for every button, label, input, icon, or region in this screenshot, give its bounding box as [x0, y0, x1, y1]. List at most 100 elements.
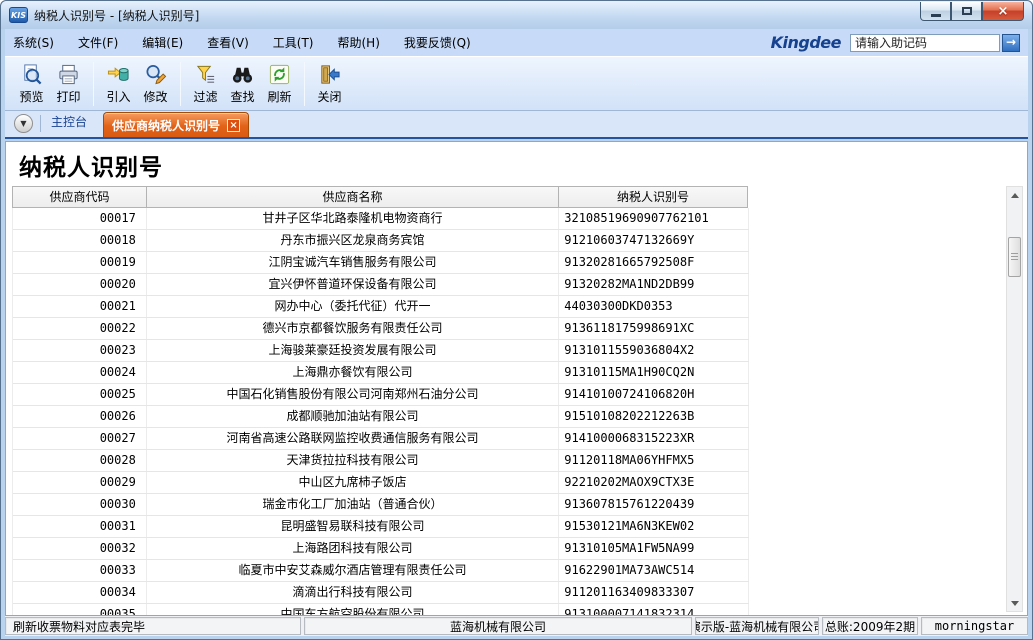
search-go-button[interactable]: →: [1002, 34, 1020, 52]
kis-logo-icon: KIS: [9, 7, 28, 23]
toolbar-separator: [93, 62, 94, 106]
kingdee-logo: Kingdee: [771, 33, 841, 52]
refresh-icon: [268, 63, 291, 86]
cell-tax-id: 913100007141832314: [559, 604, 749, 616]
cell-supplier-code: 00031: [13, 516, 147, 537]
cell-tax-id: 91320282MA1ND2DB99: [559, 274, 749, 295]
preview-button[interactable]: 预览: [13, 60, 50, 108]
tab-close-button[interactable]: ×: [227, 119, 240, 132]
table-row[interactable]: 00029 中山区九席柿子饭店 92210202MAOX9CTX3E: [13, 472, 749, 494]
cell-supplier-name: 临夏市中安艾森威尔酒店管理有限责任公司: [147, 560, 559, 581]
close-button[interactable]: ×: [982, 2, 1024, 21]
table-row[interactable]: 00031 昆明盛智易联科技有限公司 91530121MA6N3KEW02: [13, 516, 749, 538]
scrollbar-thumb[interactable]: [1008, 237, 1021, 277]
filter-label: 过滤: [193, 88, 217, 105]
table-row[interactable]: 00035 中国东方航空股份有限公司 913100007141832314: [13, 604, 749, 616]
cell-supplier-name: 德兴市京都餐饮服务有限责任公司: [147, 318, 559, 339]
arrow-right-icon: →: [1006, 35, 1016, 49]
table-row[interactable]: 00034 滴滴出行科技有限公司 911201163409833307: [13, 582, 749, 604]
cell-tax-id: 911201163409833307: [559, 582, 749, 603]
vertical-scrollbar[interactable]: [1006, 186, 1023, 612]
import-button[interactable]: 引入: [100, 60, 137, 108]
table-row[interactable]: 00019 江阴宝诚汽车销售服务有限公司 91320281665792508F: [13, 252, 749, 274]
cell-tax-id: 91310115MA1H90CQ2N: [559, 362, 749, 383]
column-header-tax-id[interactable]: 纳税人识别号: [558, 186, 748, 208]
refresh-button[interactable]: 刷新: [261, 60, 298, 108]
page-title: 纳税人识别号: [19, 148, 163, 182]
table-row[interactable]: 00030 瑞金市化工厂加油站（普通合伙） 913607815761220439: [13, 494, 749, 516]
scroll-down-button[interactable]: [1007, 595, 1022, 611]
table-body: 00017 甘井子区华北路泰隆机电物资商行 321085196909077621…: [12, 208, 749, 616]
menu-item-feedback[interactable]: 我要反馈(Q): [404, 34, 471, 51]
cell-tax-id: 92210202MAOX9CTX3E: [559, 472, 749, 493]
cell-supplier-name: 滴滴出行科技有限公司: [147, 582, 559, 603]
tab-supplier-tax-id[interactable]: 供应商纳税人识别号 ×: [103, 112, 249, 137]
cell-supplier-name: 网办中心（委托代征）代开一: [147, 296, 559, 317]
content-area: 纳税人识别号 供应商代码 供应商名称 纳税人识别号 00017 甘井子区华北路泰…: [5, 141, 1028, 616]
tab-home[interactable]: 主控台: [51, 113, 87, 130]
menu-item-file[interactable]: 文件(F): [78, 34, 118, 51]
filter-button[interactable]: 过滤: [187, 60, 224, 108]
maximize-button[interactable]: [951, 2, 982, 21]
cell-tax-id: 9131011559036804X2: [559, 340, 749, 361]
table-row[interactable]: 00025 中国石化销售股份有限公司河南郑州石油分公司 914101007241…: [13, 384, 749, 406]
tab-active-label: 供应商纳税人识别号: [112, 117, 220, 134]
cell-supplier-name: 丹东市振兴区龙泉商务宾馆: [147, 230, 559, 251]
status-user: morningstar: [921, 617, 1028, 635]
cell-supplier-name: 昆明盛智易联科技有限公司: [147, 516, 559, 537]
column-header-supplier-name[interactable]: 供应商名称: [146, 186, 559, 208]
exit-label: 关闭: [317, 88, 341, 105]
find-label: 查找: [230, 88, 254, 105]
column-header-supplier-code[interactable]: 供应商代码: [12, 186, 147, 208]
minimize-button[interactable]: [920, 2, 951, 21]
scroll-up-button[interactable]: [1007, 187, 1022, 203]
cell-tax-id: 91310105MA1FW5NA99: [559, 538, 749, 559]
print-label: 打印: [56, 88, 80, 105]
cell-supplier-name: 中国石化销售股份有限公司河南郑州石油分公司: [147, 384, 559, 405]
menu-item-view[interactable]: 查看(V): [207, 34, 249, 51]
cell-tax-id: 91622901MA73AWC514: [559, 560, 749, 581]
print-button[interactable]: 打印: [50, 60, 87, 108]
table-row[interactable]: 00026 成都顺驰加油站有限公司 91510108202212263B: [13, 406, 749, 428]
table-row[interactable]: 00028 天津货拉拉科技有限公司 91120118MA06YHFMX5: [13, 450, 749, 472]
cell-tax-id: 91120118MA06YHFMX5: [559, 450, 749, 471]
maximize-icon: [962, 7, 972, 15]
menubar: 系统(S) 文件(F) 编辑(E) 查看(V) 工具(T) 帮助(H) 我要反馈…: [5, 29, 1028, 56]
table-row[interactable]: 00017 甘井子区华北路泰隆机电物资商行 321085196909077621…: [13, 208, 749, 230]
table-row[interactable]: 00022 德兴市京都餐饮服务有限责任公司 9136118175998691XC: [13, 318, 749, 340]
table-row[interactable]: 00023 上海骏莱豪廷投资发展有限公司 9131011559036804X2: [13, 340, 749, 362]
modify-button[interactable]: 修改: [137, 60, 174, 108]
mnemonic-search-input[interactable]: [850, 34, 1000, 52]
scroll-down-icon: [1011, 601, 1019, 606]
table-row[interactable]: 00033 临夏市中安艾森威尔酒店管理有限责任公司 91622901MA73AW…: [13, 560, 749, 582]
cell-supplier-code: 00029: [13, 472, 147, 493]
cell-supplier-name: 宜兴伊怀普道环保设备有限公司: [147, 274, 559, 295]
tab-list-dropdown-button[interactable]: ▼: [14, 114, 33, 133]
cell-supplier-code: 00030: [13, 494, 147, 515]
table-row[interactable]: 00021 网办中心（委托代征）代开一 44030300DKD0353: [13, 296, 749, 318]
table-row[interactable]: 00020 宜兴伊怀普道环保设备有限公司 91320282MA1ND2DB99: [13, 274, 749, 296]
import-label: 引入: [106, 88, 130, 105]
menu-item-tools[interactable]: 工具(T): [273, 34, 314, 51]
status-ledger-period: 总账:2009年2期: [822, 617, 918, 635]
cell-supplier-code: 00021: [13, 296, 147, 317]
table-row[interactable]: 00024 上海鼎亦餐饮有限公司 91310115MA1H90CQ2N: [13, 362, 749, 384]
cell-tax-id: 91530121MA6N3KEW02: [559, 516, 749, 537]
modify-label: 修改: [143, 88, 167, 105]
menu-item-edit[interactable]: 编辑(E): [142, 34, 183, 51]
tabbar-separator: [40, 115, 41, 132]
menu-item-help[interactable]: 帮助(H): [338, 34, 380, 51]
cell-supplier-code: 00022: [13, 318, 147, 339]
table-row[interactable]: 00027 河南省高速公路联网监控收费通信服务有限公司 914100006831…: [13, 428, 749, 450]
exit-button[interactable]: 关闭: [311, 60, 348, 108]
table-row[interactable]: 00032 上海路团科技有限公司 91310105MA1FW5NA99: [13, 538, 749, 560]
menu-item-system[interactable]: 系统(S): [13, 34, 54, 51]
cell-supplier-name: 瑞金市化工厂加油站（普通合伙）: [147, 494, 559, 515]
status-edition: 演示版-蓝海机械有限公司: [695, 617, 819, 635]
import-icon: [107, 63, 130, 86]
find-icon: [231, 63, 254, 86]
cell-supplier-name: 中国东方航空股份有限公司: [147, 604, 559, 616]
table-row[interactable]: 00018 丹东市振兴区龙泉商务宾馆 91210603747132669Y: [13, 230, 749, 252]
scroll-up-icon: [1011, 193, 1019, 198]
find-button[interactable]: 查找: [224, 60, 261, 108]
